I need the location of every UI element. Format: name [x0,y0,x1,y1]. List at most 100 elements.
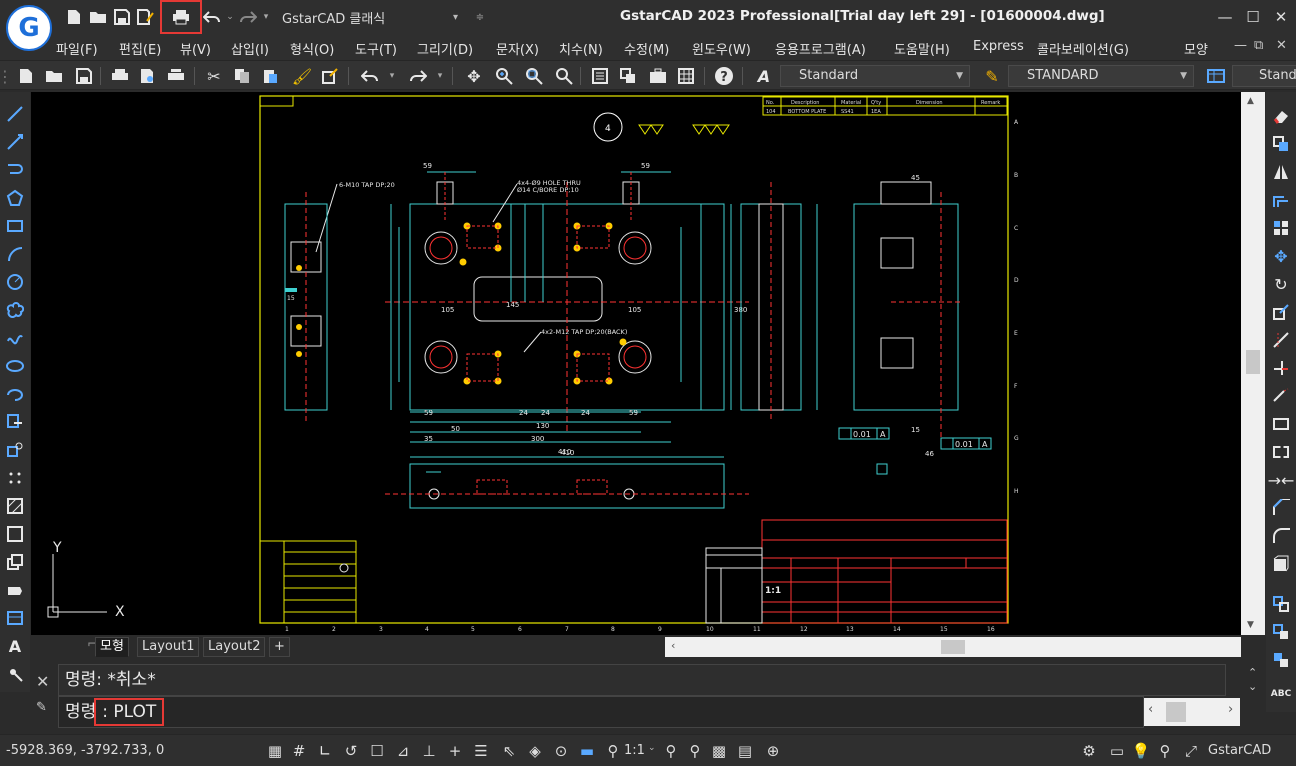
plot-print-icon[interactable] [160,0,202,34]
rectangle-icon[interactable] [3,214,27,238]
scroll-up-icon[interactable]: ▲ [1247,96,1254,106]
dim-style-icon[interactable]: ✎ [980,64,1004,88]
undo-icon[interactable] [358,64,382,88]
zoom-realtime-icon[interactable] [492,64,516,88]
ellipse-icon[interactable] [3,354,27,378]
print-icon[interactable] [108,64,132,88]
group-icon[interactable] [1269,620,1293,644]
vertical-scrollbar[interactable]: ▲ ▼ [1241,92,1265,635]
line-icon[interactable] [3,102,27,126]
osnap-icon[interactable]: ☐ [366,740,388,762]
open-icon[interactable] [42,64,66,88]
copy-object-icon[interactable] [1269,132,1293,156]
annotation-scale-value[interactable]: 1:1 [624,743,645,758]
selection-cycle-icon[interactable]: ⇖ [498,740,520,762]
chevron-down-icon[interactable]: ⌄ [648,743,656,753]
paste-icon[interactable] [258,64,282,88]
save-icon[interactable] [72,64,96,88]
scroll-left-icon[interactable]: ‹ [1148,702,1153,717]
undo-icon[interactable] [200,5,224,29]
history-scroll-down-icon[interactable]: ⌄ [1248,680,1257,693]
menu-window[interactable]: 윈도우(W) [692,39,751,58]
menu-tools[interactable]: 도구(T) [355,39,397,58]
menu-insert[interactable]: 삽입(I) [231,39,269,58]
menu-format[interactable]: 형식(O) [290,39,334,58]
menu-draw[interactable]: 그리기(D) [417,39,473,58]
arc-icon[interactable] [3,242,27,266]
polygon-icon[interactable] [3,186,27,210]
hatch-icon[interactable] [3,494,27,518]
command-hscroll[interactable]: ‹ › [1144,698,1240,726]
close-icon[interactable]: ✕ [1268,4,1294,30]
maximize-icon[interactable]: ☐ [1240,4,1266,30]
tool-palettes-icon[interactable] [646,64,670,88]
tab-layout2[interactable]: Layout2 [203,637,266,657]
auto-scale-icon[interactable]: ⚲ [684,740,706,762]
lineweight-icon[interactable]: ☰ [470,740,492,762]
mtext-icon[interactable]: A [3,634,27,658]
extend-icon[interactable] [1269,384,1293,408]
undo-dropdown-icon[interactable]: ▾ [386,64,398,88]
wipeout-icon[interactable] [3,578,27,602]
scroll-left-icon[interactable]: ‹ [671,639,675,652]
redo-dropdown-icon[interactable]: ▾ [260,5,272,29]
break-icon[interactable] [1269,412,1293,436]
horizontal-scrollbar[interactable]: ‹ [665,637,1241,657]
join-icon[interactable]: →← [1268,468,1295,492]
new-file-icon[interactable] [62,5,86,29]
redo-icon[interactable] [236,5,260,29]
zoom-previous-icon[interactable] [552,64,576,88]
redo-icon[interactable] [406,64,430,88]
zoom-extents-icon[interactable]: ⊙ [550,740,572,762]
otrack-icon[interactable]: ⊿ [392,740,414,762]
match-properties-icon[interactable]: 🖌 [290,64,314,88]
region-icon[interactable] [3,550,27,574]
customize-qa-icon[interactable]: ≑ [468,5,492,29]
trim-icon[interactable] [1269,356,1293,380]
history-scroll-up-icon[interactable]: ⌃ [1248,666,1257,679]
menu-collab[interactable]: 콜라보레이션(G) [1037,39,1129,58]
command-input[interactable]: 명령: PLOT [58,696,1144,728]
customize-command-icon[interactable]: ✎ [36,700,47,715]
menu-edit[interactable]: 편집(E) [119,39,161,58]
publish-icon[interactable] [164,64,188,88]
doc-restore-icon[interactable]: ⧉ [1254,38,1263,53]
gear-icon[interactable]: ⚙ [1078,740,1100,762]
doc-minimize-icon[interactable]: — [1234,38,1247,53]
grid-icon[interactable]: # [288,740,310,762]
spline-icon[interactable] [3,326,27,350]
make-block-icon[interactable] [3,438,27,462]
xline-icon[interactable] [3,130,27,154]
table-icon[interactable] [674,64,698,88]
workspace-selector[interactable]: GstarCAD 클래식 ▾ [278,5,468,29]
undo-dropdown-icon[interactable]: ⌄ [224,5,236,29]
menu-apps[interactable]: 응용프로그램(A) [775,39,866,58]
block-editor-icon[interactable] [318,64,342,88]
cut-icon[interactable]: ✂ [202,64,226,88]
table-draw-icon[interactable] [3,606,27,630]
table-style-icon[interactable] [1204,64,1228,88]
table-status-icon[interactable]: ▤ [734,740,756,762]
offset-icon[interactable] [1269,188,1293,212]
menu-view[interactable]: 뷰(V) [180,39,211,58]
rotate-icon[interactable]: ↻ [1269,272,1293,296]
polyline-icon[interactable] [3,158,27,182]
annotation-scale-icon[interactable]: ⚲ [602,740,624,762]
new-icon[interactable] [14,64,38,88]
add-selected-icon[interactable] [3,662,27,686]
design-center-icon[interactable] [616,64,640,88]
ellipse-arc-icon[interactable] [3,382,27,406]
text-style-icon[interactable]: A [752,64,776,88]
doc-close-icon[interactable]: ✕ [1276,38,1287,53]
blend-icon[interactable] [1269,552,1293,576]
move-icon[interactable]: ✥ [1269,244,1293,268]
search-icon[interactable]: ⚲ [1154,740,1176,762]
dyn-icon[interactable]: + [444,740,466,762]
stretch-icon[interactable] [1269,328,1293,352]
point-icon[interactable] [3,466,27,490]
array-icon[interactable] [1269,216,1293,240]
menu-file[interactable]: 파일(F) [56,39,98,58]
help-icon[interactable]: ? [712,64,736,88]
minimize-icon[interactable]: — [1212,4,1238,30]
menu-dimension[interactable]: 치수(N) [559,39,603,58]
